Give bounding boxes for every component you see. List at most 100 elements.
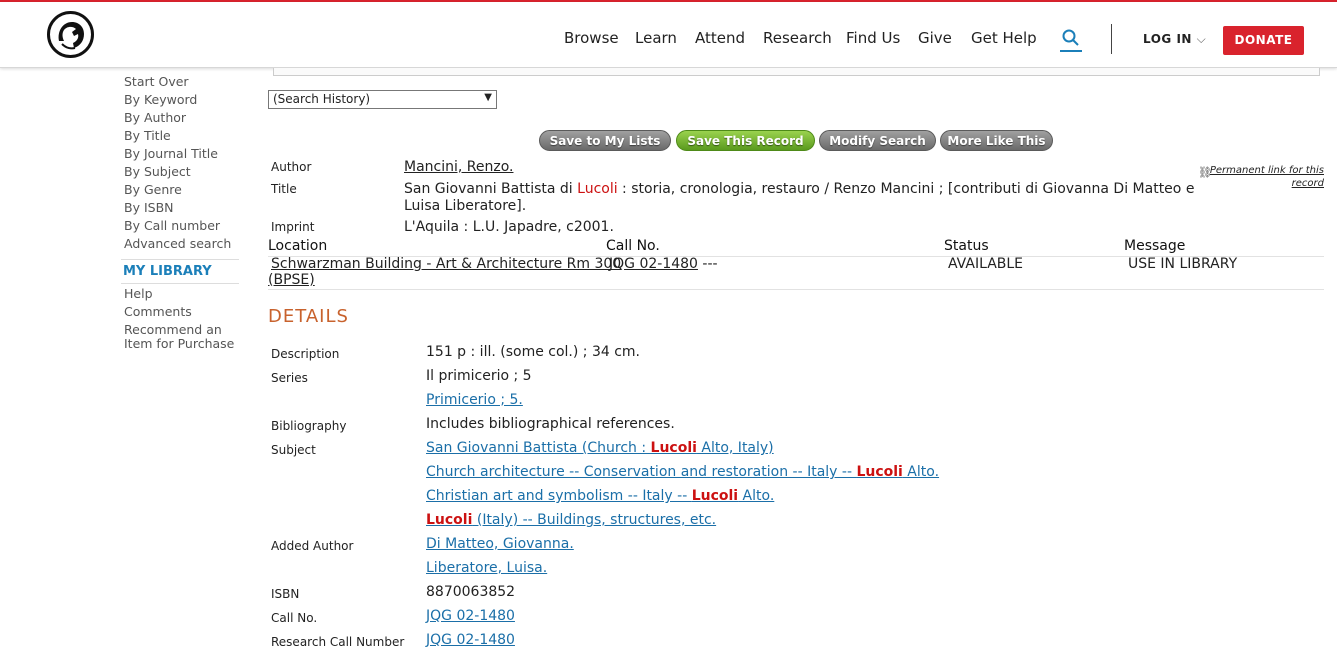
subject-row-3[interactable]: Christian art and symbolism -- Italy -- … (426, 488, 774, 504)
subject-link-4-highlight: Lucoli (426, 512, 473, 528)
description-label: Description (271, 347, 340, 361)
subject-link-3-highlight: Lucoli (691, 488, 739, 504)
details-heading: DETAILS (268, 306, 349, 327)
sidebar-by-call-number[interactable]: By Call number (124, 218, 220, 233)
research-call-number-label: Research Call Number (271, 635, 405, 649)
author-link[interactable]: Mancini, Renzo. (404, 159, 513, 175)
holdings-divider-bottom (268, 289, 1324, 290)
search-history-select[interactable]: (Search History) ▼ (268, 90, 497, 109)
imprint-value: L'Aquila : L.U. Japadre, c2001. (404, 219, 614, 235)
search-box-bottom (273, 68, 1320, 76)
series-link-row[interactable]: Primicerio ; 5. (426, 392, 523, 408)
nav-learn[interactable]: Learn (635, 29, 677, 47)
nav-get-help[interactable]: Get Help (971, 29, 1037, 47)
nav-give[interactable]: Give (918, 29, 952, 47)
title-highlight: Lucoli (577, 181, 618, 197)
site-header: Browse Learn Attend Research Find Us Giv… (0, 2, 1337, 68)
subject-link-1-text: San Giovanni Battista (Church : (426, 440, 651, 456)
holdings-header-message: Message (1124, 238, 1186, 254)
subject-link-4-rest: (Italy) -- Buildings, structures, etc. (472, 512, 717, 528)
sidebar-start-over[interactable]: Start Over (124, 74, 189, 89)
header-divider (1111, 24, 1112, 54)
subject-link-2-text: Church architecture -- Conservation and … (426, 464, 857, 480)
added-author-row-1[interactable]: Di Matteo, Giovanna. (426, 536, 574, 552)
subject-row-2[interactable]: Church architecture -- Conservation and … (426, 464, 939, 480)
call-no-link[interactable]: JQG 02-1480 (426, 608, 515, 624)
subject-link-3[interactable]: Christian art and symbolism -- Italy -- … (426, 488, 774, 504)
subject-link-3-rest: Alto. (738, 488, 775, 504)
modify-search-button[interactable]: Modify Search (819, 130, 936, 151)
holdings-location-line2[interactable]: (BPSE) (268, 272, 315, 288)
search-history-value: (Search History) (273, 92, 371, 106)
sidebar-by-genre[interactable]: By Genre (124, 182, 182, 197)
series-label: Series (271, 371, 308, 385)
subject-link-2-rest: Alto. (902, 464, 940, 480)
permanent-link[interactable]: ⛓ Permanent link for this record (1198, 164, 1324, 190)
sidebar-divider (121, 283, 239, 284)
holdings-location[interactable]: Schwarzman Building - Art & Architecture… (271, 256, 621, 272)
save-to-my-lists-button[interactable]: Save to My Lists (539, 130, 671, 151)
research-call-number-row[interactable]: JQG 02-1480 (426, 632, 515, 648)
holdings-header-call-no: Call No. (606, 238, 660, 254)
bibliography-label: Bibliography (271, 419, 347, 433)
sidebar-by-subject[interactable]: By Subject (124, 164, 191, 179)
sidebar-comments[interactable]: Comments (124, 304, 192, 319)
title-value: San Giovanni Battista di Lucoli : storia… (404, 181, 1194, 197)
subject-row-1[interactable]: San Giovanni Battista (Church : Lucoli A… (426, 440, 774, 456)
donate-button[interactable]: DONATE (1223, 26, 1304, 55)
sidebar-help[interactable]: Help (124, 286, 153, 301)
sidebar-by-keyword[interactable]: By Keyword (124, 92, 197, 107)
holdings-location-link-2[interactable]: (BPSE) (268, 272, 315, 288)
research-call-number-link[interactable]: JQG 02-1480 (426, 632, 515, 648)
subject-label: Subject (271, 443, 316, 457)
title-label: Title (271, 182, 297, 196)
series-link[interactable]: Primicerio ; 5. (426, 392, 523, 408)
subject-link-3-text: Christian art and symbolism -- Italy -- (426, 488, 692, 504)
added-author-row-2[interactable]: Liberatore, Luisa. (426, 560, 547, 576)
nypl-lion-logo-icon[interactable] (47, 11, 94, 58)
holdings-call-no-link[interactable]: JQG 02-1480 (609, 256, 698, 272)
link-chain-icon: ⛓ (1198, 166, 1212, 179)
holdings-call-no[interactable]: JQG 02-1480 --- (609, 256, 718, 272)
isbn-value: 8870063852 (426, 584, 516, 600)
nav-browse[interactable]: Browse (564, 29, 619, 47)
permanent-link-text[interactable]: Permanent link for this record (1210, 165, 1324, 189)
sidebar-divider (121, 259, 239, 260)
login-menu[interactable]: LOG IN ⌵ (1143, 32, 1206, 47)
bibliography-value: Includes bibliographical references. (426, 416, 675, 432)
holdings-call-extra: --- (702, 256, 718, 272)
nav-research[interactable]: Research (763, 29, 832, 47)
subject-link-2-highlight: Lucoli (856, 464, 903, 480)
subject-link-2[interactable]: Church architecture -- Conservation and … (426, 464, 939, 480)
sidebar-by-journal-title[interactable]: By Journal Title (124, 146, 218, 161)
more-like-this-button[interactable]: More Like This (940, 130, 1053, 151)
series-value: Il primicerio ; 5 (426, 368, 532, 384)
title-value-line2: Luisa Liberatore]. (404, 198, 527, 214)
sidebar-item-for-purchase[interactable]: Item for Purchase (124, 336, 234, 351)
save-this-record-button[interactable]: Save This Record (676, 130, 815, 151)
subject-link-4[interactable]: Lucoli (Italy) -- Buildings, structures,… (426, 512, 716, 528)
sidebar-recommend[interactable]: Recommend an (124, 322, 222, 337)
sidebar-by-author[interactable]: By Author (124, 110, 186, 125)
call-no-row[interactable]: JQG 02-1480 (426, 608, 515, 624)
sidebar-by-title[interactable]: By Title (124, 128, 171, 143)
subject-row-4[interactable]: Lucoli (Italy) -- Buildings, structures,… (426, 512, 716, 528)
added-author-link-2[interactable]: Liberatore, Luisa. (426, 560, 547, 576)
sidebar-by-isbn[interactable]: By ISBN (124, 200, 174, 215)
title-text: San Giovanni Battista di (404, 181, 578, 197)
login-label: LOG IN (1143, 32, 1192, 46)
search-icon[interactable] (1060, 28, 1082, 52)
author-value[interactable]: Mancini, Renzo. (404, 159, 513, 175)
holdings-header-status: Status (944, 238, 989, 254)
holdings-status: AVAILABLE (948, 256, 1024, 272)
added-author-link-1[interactable]: Di Matteo, Giovanna. (426, 536, 574, 552)
nav-attend[interactable]: Attend (695, 29, 745, 47)
isbn-label: ISBN (271, 587, 300, 601)
holdings-location-link[interactable]: Schwarzman Building - Art & Architecture… (271, 256, 621, 272)
nav-find-us[interactable]: Find Us (846, 29, 900, 47)
description-value: 151 p : ill. (some col.) ; 34 cm. (426, 344, 640, 360)
title-text-rest: : storia, cronologia, restauro / Renzo M… (617, 181, 1195, 197)
subject-link-1[interactable]: San Giovanni Battista (Church : Lucoli A… (426, 440, 774, 456)
sidebar-advanced-search[interactable]: Advanced search (124, 236, 231, 251)
added-author-label: Added Author (271, 539, 354, 553)
